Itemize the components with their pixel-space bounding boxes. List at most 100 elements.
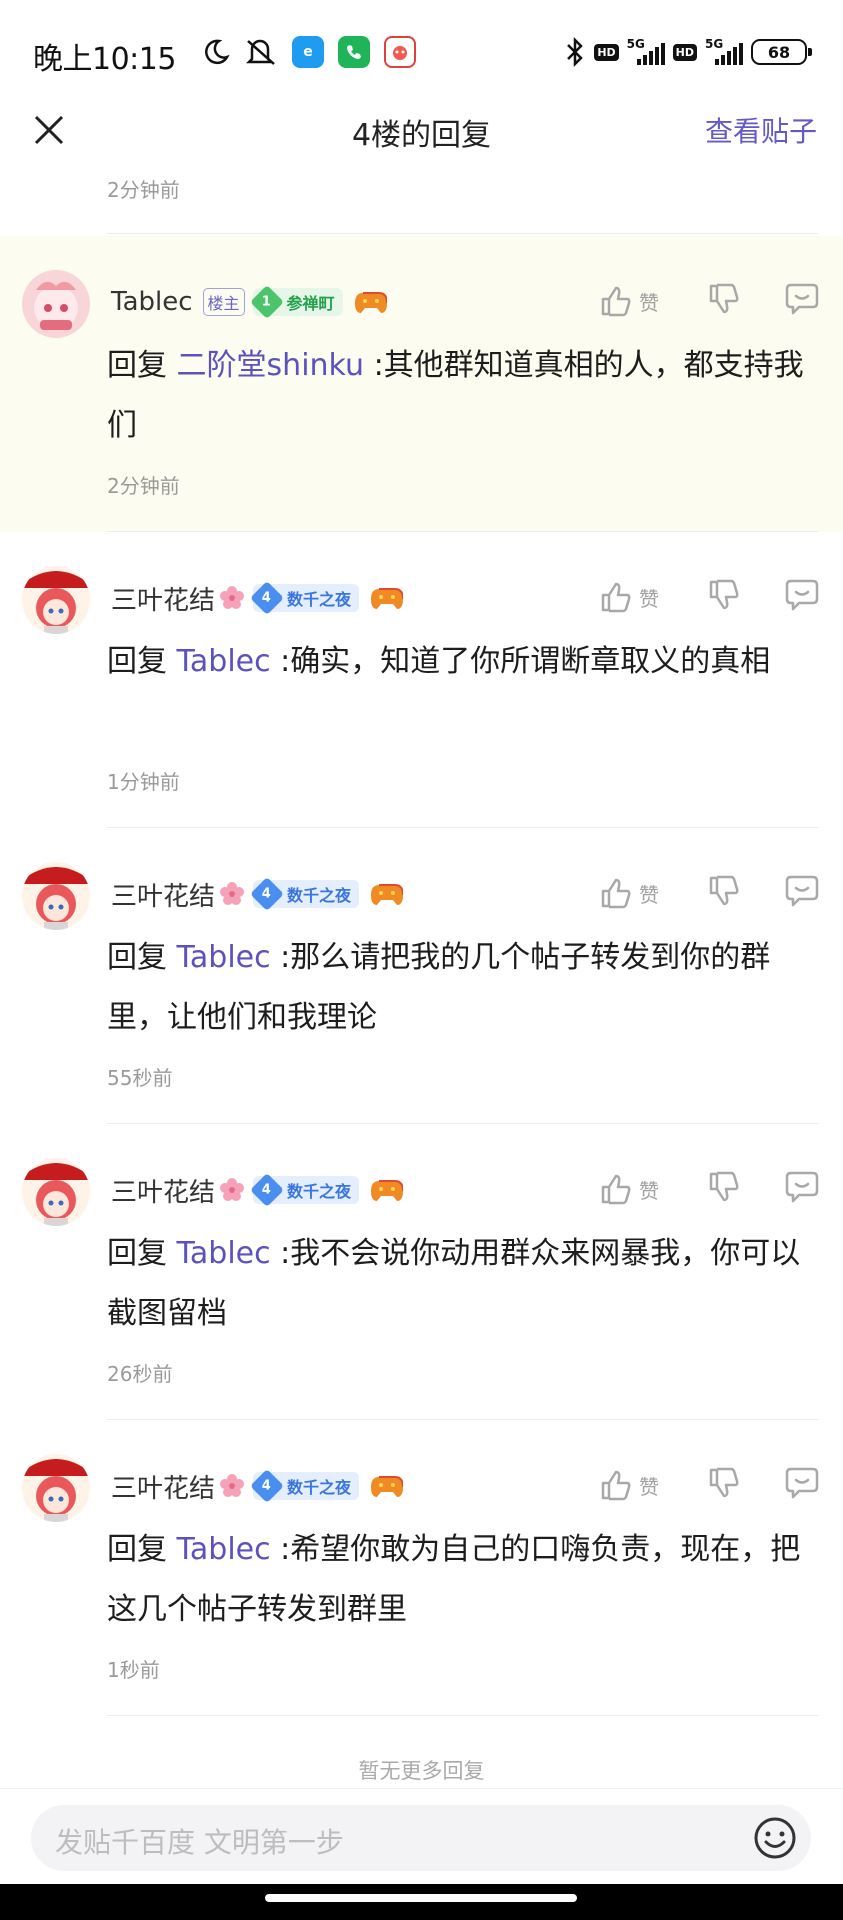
thumbs-up-icon bbox=[601, 582, 631, 613]
reply-item[interactable]: 三叶花结 4 数千之夜 赞 回复 Tablec :希望你敢为自己的口嗨负责，现在… bbox=[0, 1420, 843, 1716]
comment-icon bbox=[785, 1171, 819, 1203]
user-name[interactable]: Tablec bbox=[111, 287, 193, 317]
avatar[interactable] bbox=[22, 1454, 90, 1522]
game-controller-icon bbox=[354, 292, 387, 313]
avatar[interactable] bbox=[22, 862, 90, 930]
reply-comment-button[interactable] bbox=[785, 282, 819, 320]
mention-link[interactable]: Tablec bbox=[177, 940, 271, 975]
reply-prefix: 回复 bbox=[107, 348, 167, 383]
view-post-link[interactable]: 查看贴子 bbox=[705, 110, 817, 150]
level-badge-label: 数千之夜 bbox=[287, 590, 352, 609]
signal-icon-1: 5G bbox=[627, 37, 665, 67]
divider bbox=[107, 1715, 818, 1716]
like-button[interactable]: 赞 bbox=[599, 1468, 677, 1502]
no-more-replies-text: 暂无更多回复 bbox=[358, 1759, 485, 1783]
flower-icon bbox=[220, 1474, 245, 1497]
hd-badge: HD bbox=[672, 43, 697, 61]
dislike-button[interactable] bbox=[707, 282, 741, 320]
mention-link[interactable]: Tablec bbox=[177, 1532, 271, 1567]
reply-content: :确实，知道了你所谓断章取义的真相 bbox=[280, 644, 771, 679]
like-button[interactable]: 赞 bbox=[599, 1172, 677, 1206]
level-diamond-icon: 4 bbox=[250, 1469, 284, 1503]
reply-text: 回复 Tablec :那么请把我的几个帖子转发到你的群里，让他们和我理论 bbox=[107, 928, 821, 1048]
emoji-icon[interactable] bbox=[753, 1816, 797, 1860]
thumbs-down-icon bbox=[709, 875, 739, 906]
reply-actions: 赞 bbox=[599, 1170, 819, 1208]
avatar[interactable] bbox=[22, 566, 90, 634]
dislike-button[interactable] bbox=[707, 874, 741, 912]
reply-actions: 赞 bbox=[599, 282, 819, 320]
level-badge: 4 数千之夜 bbox=[250, 581, 360, 615]
comment-icon bbox=[785, 1467, 819, 1499]
comment-icon bbox=[785, 283, 819, 315]
avatar[interactable] bbox=[22, 1158, 90, 1226]
reply-user-row: 三叶花结 4 数千之夜 bbox=[111, 578, 404, 618]
reply-comment-button[interactable] bbox=[785, 1170, 819, 1208]
level-diamond-icon: 4 bbox=[250, 581, 284, 615]
dislike-button[interactable] bbox=[707, 1466, 741, 1504]
reply-item[interactable]: 三叶花结 4 数千之夜 赞 回复 Tablec :确实，知道了你所谓断章取义的真… bbox=[0, 532, 843, 828]
reply-comment-button[interactable] bbox=[785, 578, 819, 616]
reply-text: 回复 二阶堂shinku :其他群知道真相的人，都支持我们 bbox=[107, 336, 821, 456]
reply-item[interactable]: 三叶花结 4 数千之夜 赞 回复 Tablec :我不会说你动用群众来网暴我，你… bbox=[0, 1124, 843, 1420]
user-name[interactable]: 三叶花结 bbox=[111, 876, 215, 913]
flower-icon bbox=[220, 1178, 245, 1201]
phone-app-icon bbox=[338, 36, 370, 68]
comment-icon bbox=[785, 579, 819, 611]
owner-tag: 楼主 bbox=[202, 288, 245, 316]
thumbs-up-icon bbox=[601, 286, 631, 317]
reply-item[interactable]: 三叶花结 4 数千之夜 赞 回复 Tablec :那么请把我的几个帖子转发到你的… bbox=[0, 828, 843, 1124]
reply-input-bar: 发贴千百度 文明第一步 bbox=[0, 1788, 843, 1884]
thumbs-down-icon bbox=[709, 579, 739, 610]
status-time: 晚上10:15 bbox=[33, 42, 176, 77]
reply-actions: 赞 bbox=[599, 1466, 819, 1504]
reply-user-row: 三叶花结 4 数千之夜 bbox=[111, 1170, 404, 1210]
avatar[interactable] bbox=[22, 270, 90, 338]
reply-user-row: 三叶花结 4 数千之夜 bbox=[111, 1466, 404, 1506]
thumbs-up-icon bbox=[601, 1174, 631, 1205]
system-nav-bar bbox=[0, 1884, 843, 1920]
reply-time: 55秒前 bbox=[107, 1066, 173, 1090]
reply-item[interactable]: Tablec 楼主 1 参禅町 赞 回复 二阶堂shinku :其他群知道真相的人… bbox=[0, 236, 843, 532]
reply-time: 2分钟前 bbox=[107, 474, 180, 498]
reply-text: 回复 Tablec :我不会说你动用群众来网暴我，你可以截图留档 bbox=[107, 1224, 821, 1344]
reply-text: 回复 Tablec :希望你敢为自己的口嗨负责，现在，把这几个帖子转发到群里 bbox=[107, 1520, 821, 1640]
dislike-button[interactable] bbox=[707, 578, 741, 616]
like-label: 赞 bbox=[639, 882, 659, 907]
thumbs-up-icon bbox=[601, 878, 631, 909]
flower-icon bbox=[220, 882, 245, 905]
like-label: 赞 bbox=[639, 1474, 659, 1499]
level-badge-label: 数千之夜 bbox=[287, 1478, 352, 1497]
reply-comment-button[interactable] bbox=[785, 874, 819, 912]
thumbs-down-icon bbox=[709, 1171, 739, 1202]
mention-link[interactable]: 二阶堂shinku bbox=[177, 348, 364, 383]
status-right-icons: HD 5G HD 5G 68 bbox=[564, 34, 812, 70]
user-name[interactable]: 三叶花结 bbox=[111, 1172, 215, 1209]
like-label: 赞 bbox=[639, 290, 659, 315]
comment-icon bbox=[785, 875, 819, 907]
level-badge-label: 数千之夜 bbox=[287, 886, 352, 905]
mention-link[interactable]: Tablec bbox=[177, 1236, 271, 1271]
reply-user-row: Tablec 楼主 1 参禅町 bbox=[111, 282, 387, 322]
level-diamond-icon: 1 bbox=[249, 285, 284, 319]
dislike-button[interactable] bbox=[707, 1170, 741, 1208]
user-name[interactable]: 三叶花结 bbox=[111, 580, 215, 617]
user-name[interactable]: 三叶花结 bbox=[111, 1468, 215, 1505]
reply-comment-button[interactable] bbox=[785, 1466, 819, 1504]
like-label: 赞 bbox=[639, 586, 659, 611]
level-badge: 4 数千之夜 bbox=[250, 1469, 360, 1503]
status-bar: 晚上10:15 e HD 5G HD 5G 68 bbox=[0, 0, 843, 104]
like-button[interactable]: 赞 bbox=[599, 284, 677, 318]
divider bbox=[107, 233, 818, 234]
home-indicator[interactable] bbox=[265, 1894, 577, 1902]
thumbs-down-icon bbox=[709, 283, 739, 314]
like-button[interactable]: 赞 bbox=[599, 580, 677, 614]
game-controller-icon bbox=[371, 588, 404, 609]
reply-prefix: 回复 bbox=[107, 1532, 167, 1567]
reply-actions: 赞 bbox=[599, 874, 819, 912]
mention-link[interactable]: Tablec bbox=[177, 644, 271, 679]
like-button[interactable]: 赞 bbox=[599, 876, 677, 910]
reply-input[interactable]: 发贴千百度 文明第一步 bbox=[31, 1805, 811, 1871]
mute-icon bbox=[245, 39, 275, 65]
level-number: 4 bbox=[262, 590, 272, 606]
